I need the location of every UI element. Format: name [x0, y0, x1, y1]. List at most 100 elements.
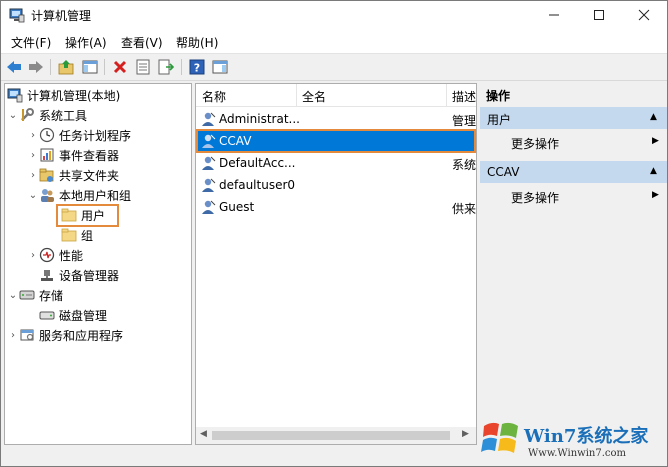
- user-name: Guest: [219, 200, 255, 214]
- tree-root-label: 计算机管理(本地): [27, 88, 121, 103]
- users-highlight-box: [56, 204, 119, 227]
- export-list-icon[interactable]: [157, 58, 175, 76]
- event-viewer-icon: [39, 147, 55, 163]
- more-actions-users[interactable]: 更多操作 ▶: [480, 131, 667, 153]
- tree-disk-management[interactable]: 磁盘管理: [39, 305, 107, 325]
- tree-groups[interactable]: 组: [61, 225, 93, 245]
- tree-root[interactable]: 计算机管理(本地): [7, 85, 120, 105]
- user-icon: [200, 155, 216, 171]
- user-icon: [200, 199, 216, 215]
- tree-system-tools[interactable]: ⌄ 系统工具: [7, 105, 87, 125]
- tree-system-tools-label: 系统工具: [39, 108, 88, 123]
- horizontal-scrollbar[interactable]: ◀ ▶: [196, 427, 476, 444]
- window-title: 计算机管理: [31, 9, 92, 23]
- minimize-button[interactable]: [531, 1, 576, 29]
- user-row[interactable]: DefaultAcc... 系统: [196, 152, 476, 174]
- tree-event-viewer-label: 事件查看器: [59, 148, 120, 163]
- user-row[interactable]: defaultuser0: [196, 174, 476, 196]
- help-icon[interactable]: ?: [188, 58, 206, 76]
- toolbar: ?: [1, 54, 667, 81]
- computer-management-window: 计算机管理 文件(F) 操作(A) 查看(V) 帮助(H) ? 计算机管理(本地…: [0, 0, 668, 467]
- users-group-icon: [39, 187, 55, 203]
- tree-storage-label: 存储: [39, 288, 64, 303]
- actions-section-users-label: 用户: [487, 113, 512, 127]
- user-icon: [200, 111, 216, 127]
- chevron-right-icon[interactable]: ›: [27, 169, 39, 181]
- tree-device-manager[interactable]: 设备管理器: [39, 265, 119, 285]
- chevron-down-icon[interactable]: ⌄: [27, 189, 39, 201]
- actions-section-ccav[interactable]: CCAV ▲: [480, 161, 667, 183]
- tree-storage[interactable]: ⌄ 存储: [7, 285, 63, 305]
- user-icon: [200, 177, 216, 193]
- delete-icon[interactable]: [111, 58, 129, 76]
- ccav-highlight-box: [196, 129, 476, 153]
- tree-local-users-groups-label: 本地用户和组: [59, 188, 132, 203]
- computer-management-icon: [9, 7, 25, 23]
- windows-logo-icon: [481, 422, 518, 453]
- forward-arrow-icon[interactable]: [27, 58, 45, 76]
- user-row[interactable]: Guest 供来: [196, 196, 476, 218]
- chevron-right-icon[interactable]: ›: [27, 249, 39, 261]
- tree-shared-folders-label: 共享文件夹: [59, 168, 120, 183]
- folder-icon: [61, 227, 77, 243]
- menu-view[interactable]: 查看(V): [121, 34, 163, 51]
- clock-icon: [39, 127, 55, 143]
- maximize-button[interactable]: [576, 1, 621, 29]
- shared-folder-icon: [39, 167, 55, 183]
- tree-disk-management-label: 磁盘管理: [59, 308, 108, 323]
- tree-services-apps-label: 服务和应用程序: [39, 328, 124, 343]
- chevron-down-icon[interactable]: ⌄: [7, 289, 19, 301]
- chevron-right-icon[interactable]: ›: [27, 149, 39, 161]
- disk-icon: [39, 307, 55, 323]
- chevron-right-icon[interactable]: ›: [27, 129, 39, 141]
- tree-performance-label: 性能: [59, 248, 84, 263]
- back-arrow-icon[interactable]: [5, 58, 23, 76]
- user-name: DefaultAcc...: [219, 156, 296, 170]
- tree-local-users-groups[interactable]: ⌄ 本地用户和组: [27, 185, 131, 205]
- storage-icon: [19, 287, 35, 303]
- collapse-up-icon[interactable]: ▲: [650, 112, 657, 122]
- menu-bar: 文件(F) 操作(A) 查看(V) 帮助(H): [1, 29, 667, 54]
- up-folder-icon[interactable]: [57, 58, 75, 76]
- collapse-up-icon[interactable]: ▲: [650, 166, 657, 176]
- device-manager-icon: [39, 267, 55, 283]
- tree-event-viewer[interactable]: › 事件查看器: [27, 145, 119, 165]
- column-description[interactable]: 描述: [452, 88, 476, 105]
- scroll-right-icon[interactable]: ▶: [462, 429, 469, 439]
- chevron-down-icon[interactable]: ⌄: [7, 109, 19, 121]
- user-row[interactable]: Administrat... 管理: [196, 108, 476, 130]
- scrollbar-thumb[interactable]: [212, 431, 450, 440]
- menu-help[interactable]: 帮助(H): [176, 34, 218, 51]
- tree-task-scheduler[interactable]: › 任务计划程序: [27, 125, 131, 145]
- actions-header: 操作: [480, 83, 667, 105]
- close-button[interactable]: [621, 1, 666, 29]
- show-action-pane-icon[interactable]: [211, 58, 229, 76]
- properties-icon[interactable]: [134, 58, 152, 76]
- user-name: defaultuser0: [219, 178, 296, 192]
- performance-icon: [39, 247, 55, 263]
- scroll-left-icon[interactable]: ◀: [200, 429, 207, 439]
- console-tree: 计算机管理(本地) ⌄ 系统工具 › 任务计划程序 › 事件查看器 › 共享文件…: [4, 83, 192, 445]
- more-actions-ccav[interactable]: 更多操作 ▶: [480, 185, 667, 207]
- actions-section-users[interactable]: 用户 ▲: [480, 107, 667, 129]
- more-actions-label: 更多操作: [511, 191, 560, 205]
- title-bar: 计算机管理: [1, 1, 667, 29]
- tree-groups-label: 组: [81, 228, 94, 243]
- actions-section-ccav-label: CCAV: [487, 165, 520, 179]
- column-name[interactable]: 名称: [202, 88, 226, 105]
- actions-header-label: 操作: [486, 89, 511, 103]
- menu-file[interactable]: 文件(F): [11, 34, 51, 51]
- user-description: 供来: [452, 202, 477, 216]
- menu-action[interactable]: 操作(A): [65, 34, 107, 51]
- tree-shared-folders[interactable]: › 共享文件夹: [27, 165, 119, 185]
- user-list-pane: 名称 全名 描述 Administrat... 管理 CCAV DefaultA…: [195, 83, 477, 445]
- column-fullname[interactable]: 全名: [302, 88, 326, 105]
- tree-performance[interactable]: › 性能: [27, 245, 83, 265]
- services-icon: [19, 327, 35, 343]
- computer-management-icon: [7, 87, 23, 103]
- svg-text:?: ?: [194, 62, 200, 75]
- win7-watermark: Win7系统之家 Www.Winwin7.com: [476, 408, 668, 467]
- tree-services-apps[interactable]: › 服务和应用程序: [7, 325, 123, 345]
- chevron-right-icon[interactable]: ›: [7, 329, 19, 341]
- show-hide-console-tree-icon[interactable]: [81, 58, 99, 76]
